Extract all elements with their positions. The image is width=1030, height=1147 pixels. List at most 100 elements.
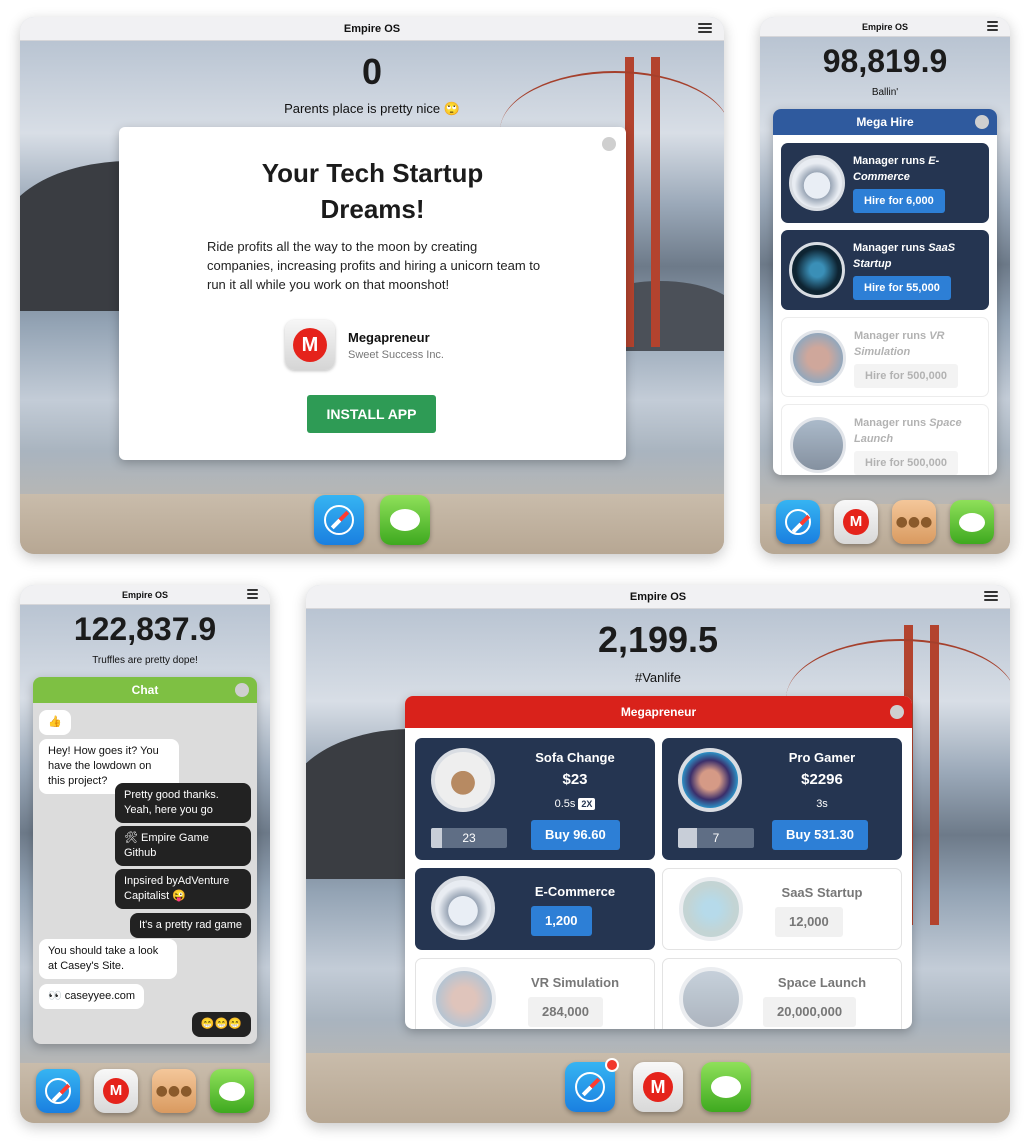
device-screen-install: Empire OS 0 Parents place is pretty nice… (20, 17, 724, 554)
cloud-avatar-icon (789, 242, 845, 298)
mega-hire-panel: Mega Hire Manager runs E-Commerce Hire f… (773, 109, 997, 475)
os-title: Empire OS (629, 591, 687, 603)
owned-progress: 7 (678, 828, 754, 848)
messages-icon[interactable] (950, 500, 994, 544)
business-name: SaaS Startup (781, 885, 863, 900)
unlock-button[interactable]: 284,000 (528, 997, 603, 1027)
score-counter: 98,819.9 (822, 43, 948, 79)
business-card-pro-gamer: Pro Gamer $2296 3s 7 Buy 531.30 (662, 738, 902, 860)
menu-icon[interactable] (984, 591, 998, 603)
os-title-bar: Empire OS (760, 17, 1010, 37)
buy-button[interactable]: Buy 531.30 (772, 820, 868, 850)
device-screen-megapreneur: Empire OS 2,199.5 #Vanlife Megapreneur S… (306, 585, 1010, 1123)
modal-title: Your Tech Startup Dreams! (261, 158, 484, 224)
chat-message: 👍 (39, 710, 71, 735)
messages-icon[interactable] (380, 495, 430, 545)
manager-label: Manager runs VR Simulation (854, 330, 945, 358)
manager-card-vr: Manager runs VR Simulation Hire for 500,… (781, 317, 989, 397)
status-text: Ballin' (871, 87, 899, 98)
unlock-button[interactable]: 12,000 (775, 907, 843, 937)
business-card-saas-startup: SaaS Startup 12,000 (662, 868, 902, 950)
os-title: Empire OS (861, 22, 908, 32)
app-dock: M ●●● (760, 490, 1010, 554)
close-button[interactable] (235, 683, 249, 697)
chat-message: You should take a look at Casey's Site. (39, 939, 177, 979)
gamer-avatar-icon (678, 748, 742, 812)
team-icon[interactable]: ●●● (152, 1069, 196, 1113)
chat-message: Pretty good thanks. Yeah, here you go (115, 783, 251, 823)
business-name: Space Launch (777, 975, 867, 990)
chat-message: 😁😁😁 (191, 1012, 251, 1037)
sofa-avatar-icon (431, 748, 495, 812)
close-button[interactable] (890, 705, 904, 719)
business-name: E-Commerce (534, 884, 616, 899)
manager-card-space: Manager runs Space Launch Hire for 500,0… (781, 404, 989, 475)
manager-label: Manager runs SaaS Startup (853, 242, 956, 270)
os-title-bar: Empire OS (306, 585, 1010, 609)
manager-card-saas: Manager runs SaaS Startup Hire for 55,00… (781, 230, 989, 310)
business-name: Sofa Change (535, 750, 615, 765)
notification-badge (605, 1058, 619, 1072)
manager-label: Manager runs E-Commerce (853, 155, 940, 183)
team-icon[interactable]: ●●● (892, 500, 936, 544)
unlock-button[interactable]: 1,200 (531, 906, 592, 936)
app-icon: M (285, 320, 335, 370)
os-title-bar: Empire OS (20, 585, 270, 605)
install-app-button[interactable]: INSTALL APP (307, 395, 436, 433)
megapreneur-panel: Megapreneur Sofa Change $23 0.5s 2X 23 Bu… (405, 696, 912, 1029)
os-title: Empire OS (121, 590, 168, 600)
app-dock: M ●●● (20, 1059, 270, 1123)
business-name: Pro Gamer (788, 750, 856, 765)
hire-button[interactable]: Hire for 6,000 (853, 189, 945, 213)
megapreneur-icon[interactable]: M (633, 1062, 683, 1112)
manager-card-ecommerce: Manager runs E-Commerce Hire for 6,000 (781, 143, 989, 223)
safari-icon[interactable] (36, 1069, 80, 1113)
panel-title: Chat (131, 683, 159, 697)
panel-header: Mega Hire (773, 109, 997, 135)
safari-icon[interactable] (776, 500, 820, 544)
manager-label: Manager runs Space Launch (854, 417, 962, 445)
score-counter: 122,837.9 (73, 611, 217, 647)
buy-button[interactable]: Buy 96.60 (531, 820, 620, 850)
business-revenue: $2296 (801, 771, 843, 788)
os-title-bar: Empire OS (20, 17, 724, 41)
shoe-avatar-icon (431, 876, 495, 940)
chat-link-message[interactable]: 👀 caseyyee.com (39, 984, 145, 1009)
shoe-avatar-icon (789, 155, 845, 211)
hire-button[interactable]: Hire for 500,000 (854, 364, 958, 388)
unlock-button[interactable]: 20,000,000 (763, 997, 857, 1027)
business-card-space-launch: Space Launch 20,000,000 (662, 958, 902, 1029)
messages-icon[interactable] (210, 1069, 254, 1113)
vr-avatar-icon (432, 967, 496, 1029)
messages-icon[interactable] (701, 1062, 751, 1112)
rocket-avatar-icon (679, 967, 743, 1029)
chat-panel: Chat 👍 Hey! How goes it? You have the lo… (33, 677, 257, 1044)
menu-icon[interactable] (247, 589, 258, 601)
app-company: Sweet Success Inc. (348, 349, 444, 361)
hire-button[interactable]: Hire for 55,000 (853, 276, 951, 300)
close-button[interactable] (602, 137, 616, 151)
business-cycle-time: 0.5s 2X (505, 798, 645, 810)
megapreneur-logo-icon: M (293, 328, 327, 362)
megapreneur-icon[interactable]: M (94, 1069, 138, 1113)
app-dock: M (306, 1051, 1010, 1123)
safari-icon[interactable] (565, 1058, 619, 1112)
vr-avatar-icon (790, 330, 846, 386)
hire-button[interactable]: Hire for 500,000 (854, 451, 958, 475)
close-button[interactable] (975, 115, 989, 129)
status-text: #Vanlife (634, 670, 681, 685)
business-card-sofa-change: Sofa Change $23 0.5s 2X 23 Buy 96.60 (415, 738, 655, 860)
device-screen-mega-hire: Empire OS 98,819.9 Ballin' Mega Hire Man… (760, 17, 1010, 554)
megapreneur-icon[interactable]: M (834, 500, 878, 544)
app-name: Megapreneur (348, 330, 430, 345)
chat-message: Inpsired byAdVenture Capitalist 😜 (115, 869, 251, 909)
os-title: Empire OS (343, 23, 401, 35)
score-counter: 2,199.5 (597, 619, 719, 660)
safari-icon[interactable] (314, 495, 364, 545)
app-dock (20, 486, 724, 554)
menu-icon[interactable] (987, 21, 998, 33)
rocket-avatar-icon (790, 417, 846, 473)
menu-icon[interactable] (698, 23, 712, 35)
business-name: VR Simulation (530, 975, 620, 990)
cloud-avatar-icon (679, 877, 743, 941)
